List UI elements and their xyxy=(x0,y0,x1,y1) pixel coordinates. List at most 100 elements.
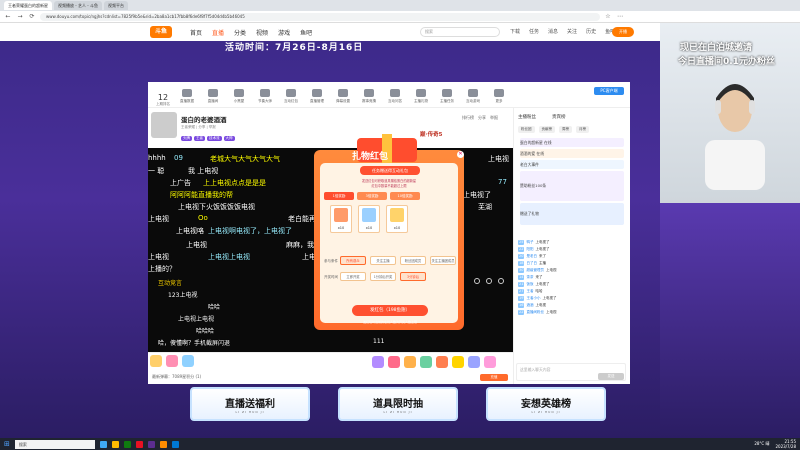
ranking-link[interactable]: 排行榜 xyxy=(462,115,474,121)
share-link[interactable]: 分享 xyxy=(478,115,486,121)
tool-qa[interactable]: 互动问答 xyxy=(382,89,408,107)
gift-icon[interactable] xyxy=(150,355,162,367)
condition-option[interactable]: 所有观众 xyxy=(340,256,366,265)
follow-link[interactable]: 关注 xyxy=(567,28,577,35)
chat-send-button[interactable]: 发送 xyxy=(598,373,624,380)
app-icon[interactable] xyxy=(159,440,167,448)
pc-client-button[interactable]: PC客户端 xyxy=(594,87,624,95)
taskbar-search[interactable]: 搜索 xyxy=(14,439,95,449)
nav-game[interactable]: 游戏 xyxy=(278,28,290,37)
close-icon[interactable]: ✕ xyxy=(457,151,464,158)
search-input[interactable]: 搜索 xyxy=(420,27,500,37)
gift-icon[interactable] xyxy=(420,356,432,368)
browser-icon[interactable] xyxy=(171,440,179,448)
gift-icon[interactable] xyxy=(372,356,384,368)
menu-icon[interactable]: ⋯ xyxy=(616,13,624,20)
gift-card[interactable]: x10 xyxy=(358,205,380,233)
promo-card[interactable]: 直播送福利 LI ZI HUO JI xyxy=(190,387,310,421)
gift-icon[interactable] xyxy=(484,356,496,368)
play-control-icon[interactable] xyxy=(474,278,480,284)
draw-time-option[interactable]: 立即开奖 xyxy=(340,272,366,281)
chat-user[interactable]: 饭饭 xyxy=(526,282,533,287)
fullscreen-control-icon[interactable] xyxy=(498,278,504,284)
folder-icon[interactable] xyxy=(111,440,119,448)
subtab[interactable]: 粉丝团 xyxy=(518,126,535,133)
tool-danmaku[interactable]: 弹幕设置 xyxy=(330,89,356,107)
gift-icon[interactable] xyxy=(182,355,194,367)
browser-tab[interactable]: 视频播放 - 艺人 - 斗鱼 xyxy=(54,1,102,10)
chat-user[interactable]: 王者 xyxy=(526,289,533,294)
chat-user[interactable]: 白了白 xyxy=(526,261,537,266)
gift-icon[interactable] xyxy=(436,356,448,368)
site-logo[interactable]: 斗鱼 xyxy=(150,26,172,38)
recharge-button[interactable]: 充值 xyxy=(480,374,508,381)
subtab[interactable]: 贡献榜 xyxy=(538,126,555,133)
gift-icon[interactable] xyxy=(452,356,464,368)
subtab[interactable]: 月榜 xyxy=(576,126,589,133)
reload-icon[interactable]: ⟳ xyxy=(28,13,36,20)
nav-live[interactable]: 直播 xyxy=(212,28,224,37)
settings-control-icon[interactable] xyxy=(486,278,492,284)
browser-tab[interactable]: 视频平台 xyxy=(103,1,128,10)
send-redpacket-button[interactable]: 发红包（198鱼翅） xyxy=(352,305,428,316)
app-icon[interactable] xyxy=(99,440,107,448)
tab-reward-10x[interactable]: 10倍奖励 xyxy=(390,192,420,200)
fan-item[interactable]: 蛋白的超新星 在线 xyxy=(520,138,624,147)
clock[interactable]: 21:55 2023/7/28 xyxy=(775,439,796,449)
gift-icon[interactable] xyxy=(166,355,178,367)
fan-item[interactable]: 赠送了礼物 xyxy=(520,203,624,225)
fan-item[interactable]: 赞助粉丝100条 xyxy=(520,171,624,201)
app-icon[interactable] xyxy=(123,440,131,448)
weather-text[interactable]: 28°C 晴 xyxy=(754,441,769,447)
message-link[interactable]: 消息 xyxy=(548,28,558,35)
tab-fans[interactable]: 主播粉丝 xyxy=(518,114,536,120)
tab-vip[interactable]: 贵宾榜 xyxy=(552,114,566,120)
tool-guess[interactable]: 赛事竞猜 xyxy=(356,89,382,107)
app-icon[interactable] xyxy=(135,440,143,448)
gift-card[interactable]: x10 xyxy=(330,205,352,233)
chat-user[interactable]: 超级管理员 xyxy=(526,268,544,273)
url-field[interactable]: www.douyu.com/topic/ngjhs?cdnlist=7825f9… xyxy=(40,12,600,21)
history-link[interactable]: 历史 xyxy=(586,28,596,35)
download-link[interactable]: 下载 xyxy=(510,28,520,35)
forward-icon[interactable]: → xyxy=(16,13,24,20)
chat-user[interactable]: 茶茶 xyxy=(526,275,533,280)
chat-user[interactable]: 鸭子 xyxy=(526,240,533,245)
draw-time-option[interactable]: 3分钟后 xyxy=(400,272,426,281)
tool-game[interactable]: 互动游戏 xyxy=(460,89,486,107)
back-icon[interactable]: ← xyxy=(4,13,12,20)
fan-item[interactable]: 酒酒的爱 在线 xyxy=(520,149,624,158)
tool-redpacket[interactable]: 互动红包 xyxy=(278,89,304,107)
tool-room[interactable]: 直播间 xyxy=(200,89,226,107)
gift-icon[interactable] xyxy=(468,356,480,368)
chat-user[interactable]: 酒酒 xyxy=(526,303,533,308)
tool-gift[interactable]: 主播礼物 xyxy=(408,89,434,107)
chat-user[interactable]: 是老白 xyxy=(526,254,537,259)
tool-data[interactable]: 直播数据 xyxy=(174,89,200,107)
draw-time-option[interactable]: 1分钟后开奖 xyxy=(370,272,396,281)
avatar[interactable] xyxy=(151,112,177,138)
tab-reward-3x[interactable]: 3倍奖励 xyxy=(357,192,387,200)
gift-card[interactable]: x10 xyxy=(386,205,408,233)
windows-start-icon[interactable]: ⊞ xyxy=(4,440,10,448)
report-link[interactable]: 举报 xyxy=(490,115,498,121)
nav-home[interactable]: 首页 xyxy=(190,28,202,37)
tool-more[interactable]: 更多 xyxy=(486,89,512,107)
gift-icon[interactable] xyxy=(388,356,400,368)
star-icon[interactable]: ☆ xyxy=(604,13,612,20)
gift-icon[interactable] xyxy=(404,356,416,368)
tab-reward-1x[interactable]: 1倍奖励 xyxy=(324,192,354,200)
app-icon[interactable] xyxy=(147,440,155,448)
promo-card[interactable]: 道具限时抽 LI ZI HUO JI xyxy=(338,387,458,421)
tool-blacklist[interactable]: 小黑屋 xyxy=(226,89,252,107)
promo-card[interactable]: 妄想英雄榜 LI ZI HUO JI xyxy=(486,387,606,421)
tool-task[interactable]: 主播任务 xyxy=(434,89,460,107)
nav-video[interactable]: 视频 xyxy=(256,28,268,37)
condition-option[interactable]: 关注主播 xyxy=(370,256,396,265)
subtab[interactable]: 周榜 xyxy=(559,126,572,133)
chat-user[interactable]: 阳阳 xyxy=(526,247,533,252)
nav-yuba[interactable]: 鱼吧 xyxy=(300,28,312,37)
tool-manage[interactable]: 直播管理 xyxy=(304,89,330,107)
task-link[interactable]: 任务 xyxy=(529,28,539,35)
browser-tab[interactable]: 王者荣耀蛋白的超新星 xyxy=(4,1,52,10)
